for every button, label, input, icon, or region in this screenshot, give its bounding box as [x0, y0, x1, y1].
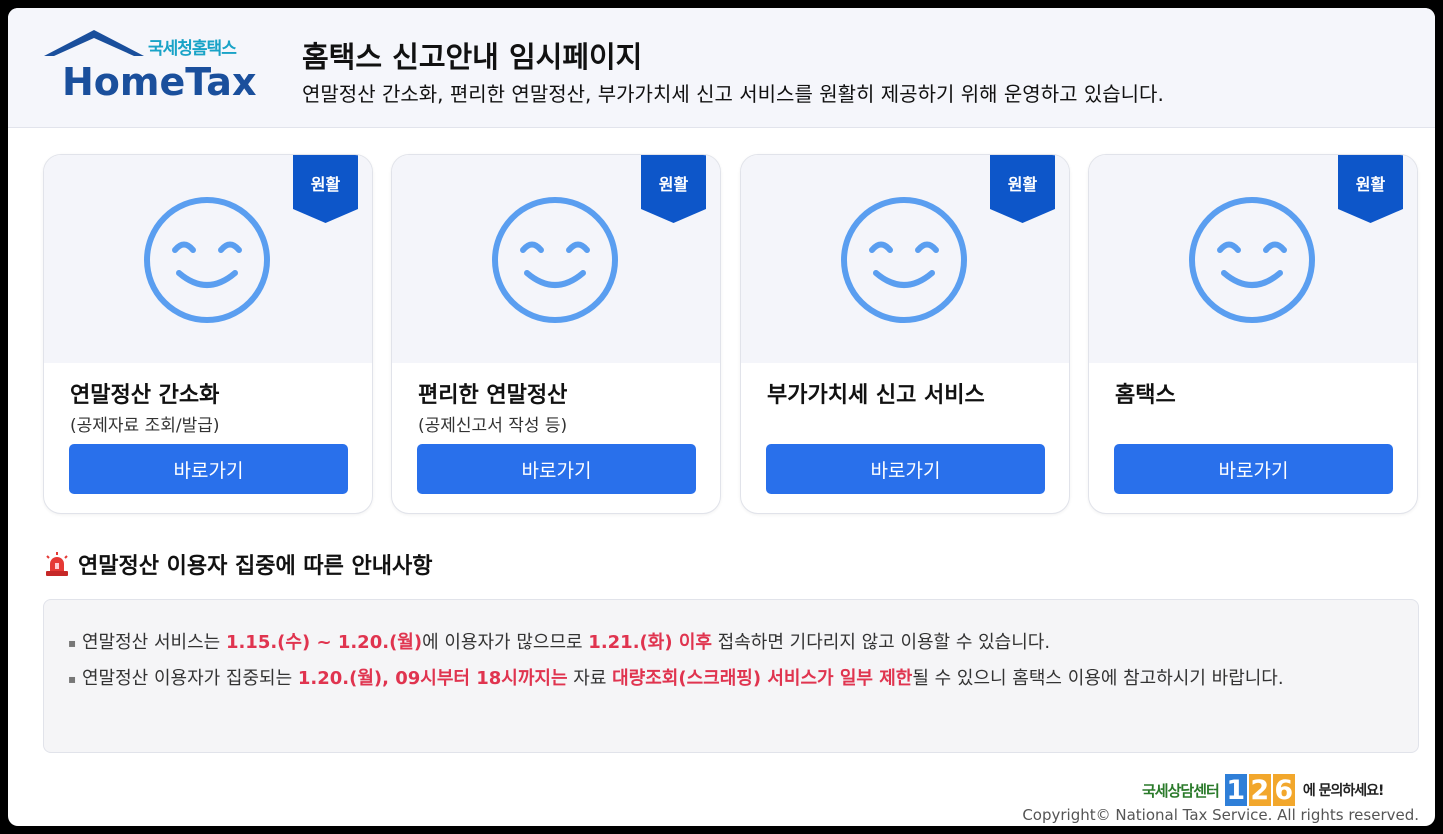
card-title: 편리한 연말정산: [418, 383, 568, 408]
siren-icon: [46, 552, 68, 576]
hometax-logo[interactable]: 국세청홈택스 HomeTax: [42, 26, 257, 104]
service-card-convenient: 원활 편리한 연말정산 (공제신고서 작성 등) 바로가기: [391, 154, 721, 514]
service-card-vat: 원활 부가가치세 신고 서비스 바로가기: [740, 154, 1070, 514]
smiley-icon: [492, 197, 618, 323]
phone-digit: 6: [1272, 774, 1295, 806]
page-title: 홈택스 신고안내 임시페이지: [302, 40, 643, 74]
go-button[interactable]: 바로가기: [1114, 444, 1393, 494]
logo-korean-text: 국세청홈택스: [148, 39, 237, 59]
status-badge: 원활: [1007, 175, 1038, 194]
notice-item: ▪ 연말정산 서비스는 1.15.(수) ~ 1.20.(월)에 이용자가 많으…: [68, 628, 1332, 658]
go-button[interactable]: 바로가기: [417, 444, 696, 494]
go-button[interactable]: 바로가기: [766, 444, 1045, 494]
notice-item: ▪ 연말정산 이용자가 집중되는 1.20.(월), 09시부터 18시까지는 …: [68, 664, 1332, 694]
card-image: 원활: [392, 155, 720, 363]
card-title: 홈택스: [1115, 383, 1176, 408]
bullet-icon: ▪: [68, 636, 77, 650]
card-image: 원활: [44, 155, 372, 363]
card-title: 부가가치세 신고 서비스: [767, 383, 985, 408]
service-card-simplified: 원활 연말정산 간소화 (공제자료 조회/발급) 바로가기: [43, 154, 373, 514]
card-subtitle: (공제자료 조회/발급): [70, 416, 220, 436]
call-center-ask: 에 문의하세요!: [1302, 783, 1385, 799]
notice-text: 접속하면 기다리지 않고 이용할 수 있습니다.: [711, 632, 1051, 653]
notice-highlight: 1.15.(수) ~ 1.20.(월): [225, 632, 423, 653]
notice-highlight: 1.20.(월), 09시부터 18시까지는: [297, 668, 568, 689]
notice-heading: 연말정산 이용자 집중에 따른 안내사항: [44, 548, 432, 580]
status-badge: 원활: [658, 175, 689, 194]
copyright-text: Copyright© National Tax Service. All rig…: [1022, 806, 1419, 824]
card-title: 연말정산 간소화: [70, 383, 220, 408]
notice-box: ▪ 연말정산 서비스는 1.15.(수) ~ 1.20.(월)에 이용자가 많으…: [43, 599, 1419, 753]
logo-english-text: HomeTax: [62, 60, 257, 104]
notice-highlight: 1.21.(화) 이후: [588, 632, 712, 653]
notice-text: 될 수 있으니 홈택스 이용에 참고하시기 바랍니다.: [912, 668, 1284, 689]
status-badge: 원활: [310, 175, 341, 194]
phone-digit: 1: [1224, 774, 1247, 806]
header: 국세청홈택스 HomeTax 홈택스 신고안내 임시페이지 연말정산 간소화, …: [8, 8, 1435, 128]
call-center-label: 국세상담센터: [1142, 781, 1220, 800]
tax-call-center-banner[interactable]: 국세상담센터 1 2 6 에 문의하세요!: [1142, 774, 1385, 806]
page-frame: 국세청홈택스 HomeTax 홈택스 신고안내 임시페이지 연말정산 간소화, …: [8, 8, 1435, 826]
notice-text: 자료: [567, 668, 613, 689]
status-badge: 원활: [1355, 175, 1386, 194]
call-center-number: 1 2 6: [1224, 774, 1297, 806]
card-image: 원활: [1089, 155, 1417, 363]
card-image: 원활: [741, 155, 1069, 363]
card-subtitle: (공제신고서 작성 등): [418, 416, 568, 436]
go-button[interactable]: 바로가기: [69, 444, 348, 494]
smiley-icon: [1189, 197, 1315, 323]
phone-digit: 2: [1248, 774, 1271, 806]
smiley-icon: [841, 197, 967, 323]
notice-text: 연말정산 이용자가 집중되는: [82, 668, 298, 689]
notice-heading-text: 연말정산 이용자 집중에 따른 안내사항: [78, 554, 433, 579]
notice-highlight: 대량조회(스크래핑) 서비스가 일부 제한: [612, 668, 913, 689]
notice-text: 에 이용자가 많으므로: [422, 632, 589, 653]
service-card-hometax: 원활 홈택스 바로가기: [1088, 154, 1418, 514]
page-subtitle: 연말정산 간소화, 편리한 연말정산, 부가가치세 신고 서비스를 원활히 제공…: [302, 82, 1164, 106]
notice-text: 연말정산 서비스는: [82, 632, 226, 653]
smiley-icon: [144, 197, 270, 323]
bullet-icon: ▪: [68, 672, 77, 686]
